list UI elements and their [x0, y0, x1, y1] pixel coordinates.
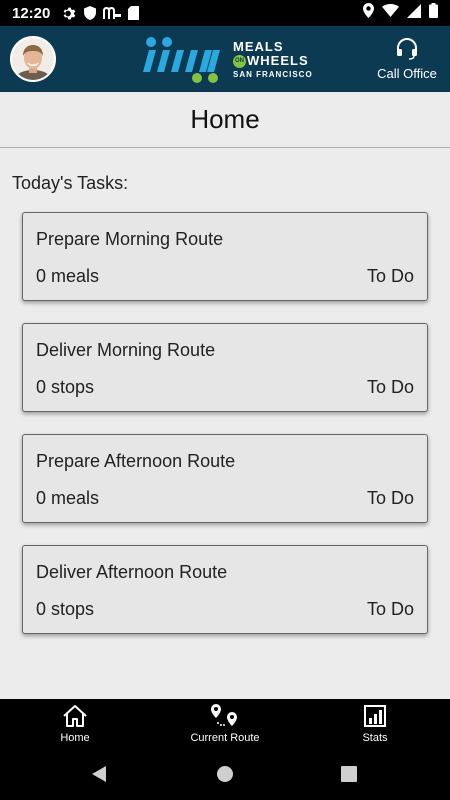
task-count: 0 meals	[36, 488, 100, 508]
task-title: Deliver Afternoon Route	[36, 562, 228, 582]
signal-icon	[407, 3, 421, 23]
shield-icon	[84, 6, 97, 20]
task-title: Deliver Morning Route	[36, 340, 216, 360]
gear-icon	[62, 6, 77, 21]
task-card-deliver-afternoon[interactable]: Deliver Afternoon Route 0 stops To Do	[22, 545, 428, 634]
logo-text: MEALS ON WHEELS SAN FRANCISCO	[233, 40, 313, 79]
logo-on-badge: ON	[233, 55, 246, 69]
task-status: To Do	[366, 599, 414, 619]
task-status: To Do	[366, 377, 414, 397]
system-nav-bar	[0, 750, 450, 800]
location-icon	[363, 3, 374, 23]
logo-line-wheels: WHEELS	[247, 53, 309, 68]
todays-tasks-label: Today's Tasks:	[12, 173, 129, 193]
home-icon	[0, 704, 150, 728]
wifi-icon	[382, 4, 399, 22]
task-status: To Do	[366, 266, 414, 286]
nav-home-label: Home	[60, 732, 90, 744]
task-title: Prepare Morning Route	[36, 229, 224, 249]
status-bar: 12:20	[0, 0, 450, 26]
bottom-nav: Home Current Route Stats	[0, 699, 450, 750]
task-count: 0 meals	[36, 266, 100, 286]
call-office-label: Call Office	[377, 66, 437, 81]
battery-icon	[429, 3, 438, 23]
task-card-prepare-afternoon[interactable]: Prepare Afternoon Route 0 meals To Do	[22, 434, 428, 523]
task-title: Prepare Afternoon Route	[36, 451, 236, 471]
stats-chart-icon	[300, 704, 450, 728]
sd-card-icon	[128, 6, 140, 20]
home-circle-icon[interactable]	[216, 765, 234, 788]
avatar[interactable]	[10, 36, 56, 82]
recents-icon[interactable]	[340, 765, 358, 788]
nav-stats[interactable]: Stats	[300, 699, 450, 750]
task-card-prepare-morning[interactable]: Prepare Morning Route 0 meals To Do	[22, 212, 428, 301]
page-title: Home	[0, 92, 450, 148]
headset-icon	[374, 36, 440, 60]
app-header: MEALS ON WHEELS SAN FRANCISCO Call Office	[0, 26, 450, 92]
nav-current-route[interactable]: Current Route	[150, 699, 300, 750]
call-office-button[interactable]: Call Office	[374, 36, 440, 84]
nav-home[interactable]: Home	[0, 699, 150, 750]
status-time: 12:20	[12, 4, 51, 22]
logo-mark-icon	[143, 37, 220, 83]
route-pins-icon	[150, 704, 300, 728]
logo-line-meals: MEALS	[233, 39, 284, 54]
back-icon[interactable]	[90, 765, 108, 788]
nav-current-route-label: Current Route	[190, 732, 260, 744]
task-count: 0 stops	[36, 377, 95, 397]
mcdonalds-icon	[103, 7, 122, 19]
meals-on-wheels-logo: MEALS ON WHEELS SAN FRANCISCO	[137, 34, 317, 86]
nav-stats-label: Stats	[362, 732, 388, 744]
logo-line-city: SAN FRANCISCO	[233, 70, 313, 80]
task-card-deliver-morning[interactable]: Deliver Morning Route 0 stops To Do	[22, 323, 428, 412]
task-status: To Do	[366, 488, 414, 508]
task-count: 0 stops	[36, 599, 95, 619]
